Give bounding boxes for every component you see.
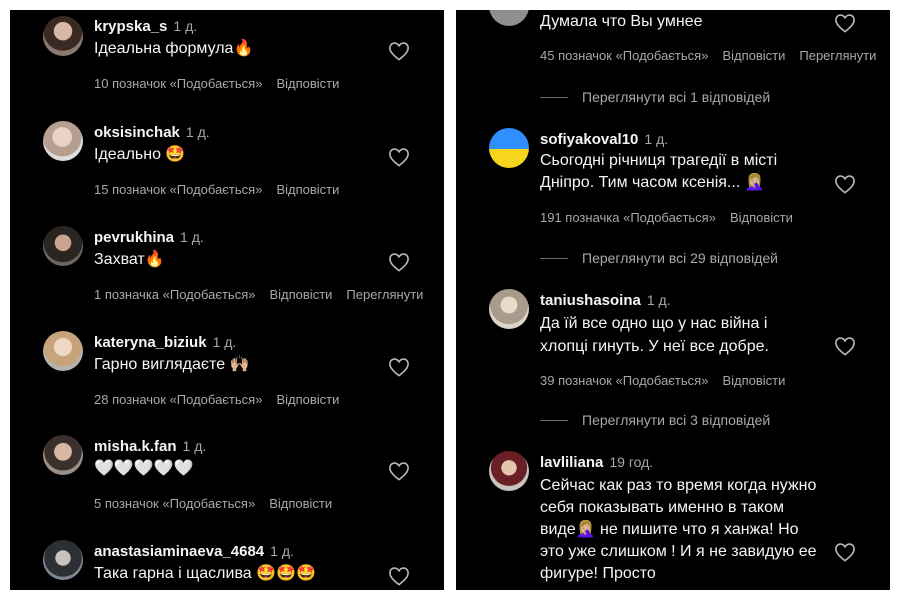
comment-time: 1 д.	[270, 543, 294, 559]
reply-button[interactable]: Відповісти	[269, 496, 332, 511]
heart-icon[interactable]	[388, 566, 410, 586]
view-replies-link[interactable]: Переглянути всі 29 відповідей	[582, 250, 778, 266]
username[interactable]: sofiyakoval10	[540, 131, 638, 148]
view-replies-link[interactable]: Переглянути всі 3 відповідей	[582, 412, 770, 428]
like-count[interactable]: 39 позначок «Подобається»	[540, 373, 708, 388]
heart-icon[interactable]	[834, 13, 856, 33]
username[interactable]: taniushasoina	[540, 292, 641, 309]
left-screenshot-panel: krypska_s 1 д. Ідеальна формула🔥 10 позна…	[10, 10, 444, 590]
comment-time: 19 год.	[609, 454, 654, 470]
comment-text: Да їй все одно що у нас війна і хлопці г…	[540, 315, 769, 355]
comment-text: Така гарна і щаслива 🤩🤩🤩	[94, 565, 316, 582]
avatar[interactable]	[43, 435, 83, 475]
reply-button[interactable]: Відповісти	[276, 76, 339, 91]
heart-icon[interactable]	[388, 357, 410, 377]
username[interactable]: lavliliana	[540, 454, 603, 471]
reply-button[interactable]: Відповісти	[276, 392, 339, 407]
comment-text: 🤍🤍🤍🤍🤍	[94, 460, 194, 477]
heart-icon[interactable]	[834, 336, 856, 356]
username[interactable]: anastasiaminaeva_4684	[94, 543, 264, 560]
thread-line	[540, 420, 568, 421]
comment-text: Ідеальна формула🔥	[94, 40, 254, 57]
username[interactable]: krypska_s	[94, 18, 167, 35]
like-count[interactable]: 191 позначка «Подобається»	[540, 210, 716, 225]
like-count[interactable]: 28 позначок «Подобається»	[94, 392, 262, 407]
comment-text: Гарно виглядаєте 🙌🏼	[94, 356, 250, 373]
comment-time: 1 д.	[212, 334, 237, 350]
heart-icon[interactable]	[388, 461, 410, 481]
username[interactable]: kateryna_biziuk	[94, 334, 207, 351]
avatar[interactable]	[489, 289, 529, 329]
view-translation-link[interactable]: Переглянути	[346, 287, 423, 302]
comment-time: 1 д.	[173, 18, 198, 34]
like-count[interactable]: 1 позначка «Подобається»	[94, 287, 255, 302]
comment-time: 1 д.	[646, 292, 671, 308]
avatar[interactable]	[489, 451, 529, 491]
like-count[interactable]: 5 позначок «Подобається»	[94, 496, 255, 511]
comment-time: 1 д.	[182, 438, 207, 454]
username[interactable]: misha.k.fan	[94, 438, 177, 455]
like-count[interactable]: 15 позначок «Подобається»	[94, 182, 262, 197]
comment-time: 1 д.	[185, 124, 210, 140]
comment-text: Сейчас как раз то время когда нужно себя…	[540, 477, 817, 582]
right-screenshot-panel: Думала что Вы умнее 45 позначок «Подобає…	[456, 10, 890, 590]
username[interactable]: pevrukhina	[94, 229, 174, 246]
like-count[interactable]: 45 позначок «Подобається»	[540, 48, 708, 63]
avatar[interactable]	[489, 10, 529, 26]
thread-line	[540, 258, 568, 259]
comment-text: Захват🔥	[94, 251, 165, 268]
avatar[interactable]	[43, 16, 83, 56]
comment-time: 1 д.	[644, 131, 669, 147]
avatar[interactable]	[43, 331, 83, 371]
username[interactable]: oksisinchak	[94, 124, 180, 141]
thread-line	[540, 97, 568, 98]
avatar[interactable]	[43, 226, 83, 266]
heart-icon[interactable]	[388, 252, 410, 272]
avatar[interactable]	[43, 540, 83, 580]
reply-button[interactable]: Відповісти	[722, 373, 785, 388]
reply-button[interactable]: Відповісти	[276, 182, 339, 197]
heart-icon[interactable]	[388, 147, 410, 167]
view-replies-link[interactable]: Переглянути всі 1 відповідей	[582, 89, 770, 105]
comment-time: 1 д.	[180, 229, 204, 245]
view-translation-link[interactable]: Переглянути	[799, 48, 876, 63]
comment-text: Думала что Вы умнее	[540, 13, 703, 30]
reply-button[interactable]: Відповісти	[269, 287, 332, 302]
heart-icon[interactable]	[388, 41, 410, 61]
comment-text: Ідеально 🤩	[94, 146, 186, 163]
reply-button[interactable]: Відповісти	[722, 48, 785, 63]
heart-icon[interactable]	[834, 542, 856, 562]
like-count[interactable]: 10 позначок «Подобається»	[94, 76, 262, 91]
avatar[interactable]	[489, 128, 529, 168]
avatar[interactable]	[43, 121, 83, 161]
reply-button[interactable]: Відповісти	[730, 210, 793, 225]
comment-text: Сьогодні річниця трагедії в місті Дніпро…	[540, 152, 778, 191]
heart-icon[interactable]	[834, 174, 856, 194]
